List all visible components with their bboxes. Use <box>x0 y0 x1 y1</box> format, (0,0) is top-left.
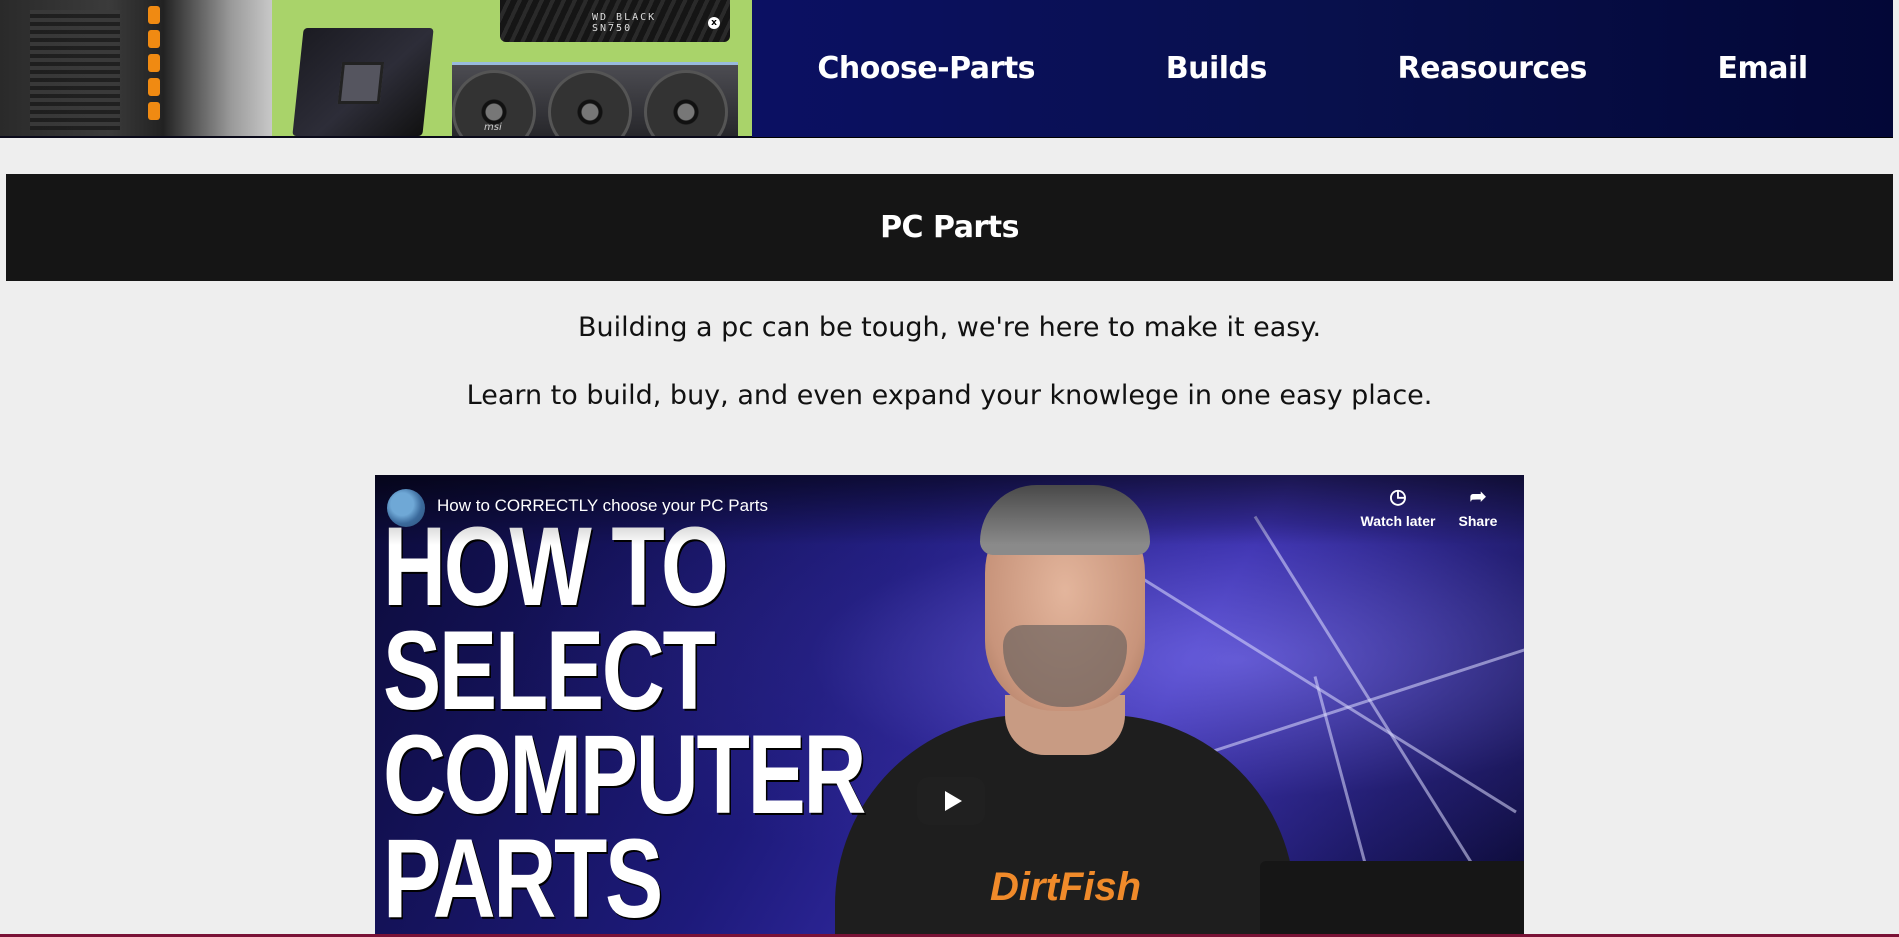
nav-link-builds[interactable]: Builds <box>1166 51 1268 86</box>
header-hero-image: WD_BLACK SN750 x msi <box>0 0 752 138</box>
site-header: WD_BLACK SN750 x msi Choose-Parts Builds… <box>0 0 1893 138</box>
case-slot <box>148 102 160 120</box>
share-arrow-icon: ➦ <box>1469 486 1487 508</box>
case-slot <box>148 54 160 72</box>
channel-avatar[interactable] <box>387 489 425 527</box>
motherboard-image <box>292 28 434 136</box>
play-button[interactable] <box>917 777 985 825</box>
thumbnail-text-line: COMPUTER <box>383 712 867 837</box>
share-label: Share <box>1458 513 1498 529</box>
ssd-badge-icon: x <box>708 17 720 29</box>
page-banner: PC Parts <box>6 174 1893 281</box>
clock-icon: ◷ <box>1389 486 1407 508</box>
laptop-image <box>1260 861 1524 937</box>
case-grill <box>30 10 120 130</box>
thumbnail-text-line: SELECT <box>383 608 716 733</box>
watch-later-label: Watch later <box>1360 513 1436 529</box>
shirt-logo: DirtFish <box>990 865 1142 909</box>
share-button[interactable]: ➦ Share <box>1438 485 1518 529</box>
thumbnail-headline: HOW TO SELECT COMPUTER PARTS <box>383 511 867 937</box>
case-slot <box>148 6 160 24</box>
embedded-video-player[interactable]: DirtFish HOW TO SELECT COMPUTER PARTS Ho… <box>375 475 1524 937</box>
gpu-brand-logo: msi <box>484 122 502 133</box>
thumbnail-text-line: PARTS <box>383 816 663 937</box>
video-title-link[interactable]: How to CORRECTLY choose your PC Parts <box>437 496 768 516</box>
nav-link-email[interactable]: Email <box>1718 51 1809 86</box>
case-slot <box>148 30 160 48</box>
page-title: PC Parts <box>880 210 1019 245</box>
main-nav: Choose-Parts Builds Reasources Email <box>752 0 1893 138</box>
case-slot <box>148 78 160 96</box>
nav-link-choose-parts[interactable]: Choose-Parts <box>817 51 1035 86</box>
pc-case-image <box>0 0 272 136</box>
watch-later-button[interactable]: ◷ Watch later <box>1358 485 1438 529</box>
intro-line-2: Learn to build, buy, and even expand you… <box>466 380 1433 411</box>
nav-link-resources[interactable]: Reasources <box>1398 51 1588 86</box>
ssd-image: WD_BLACK SN750 <box>500 0 730 42</box>
intro-line-1: Building a pc can be tough, we're here t… <box>577 312 1322 343</box>
